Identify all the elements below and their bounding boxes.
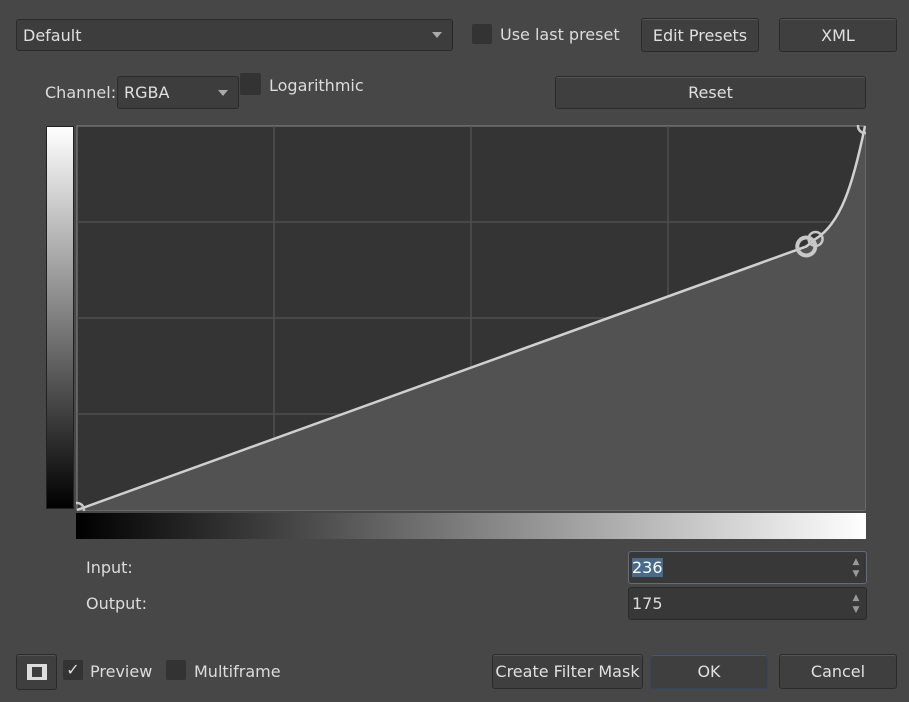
edit-presets-button[interactable]: Edit Presets: [641, 18, 759, 52]
preset-combo[interactable]: Default: [16, 19, 453, 51]
spin-up-icon[interactable]: ▲: [850, 592, 862, 604]
compare-toggle-button[interactable]: [16, 654, 57, 690]
create-filter-mask-button[interactable]: Create Filter Mask: [492, 654, 643, 689]
multiframe-checkbox[interactable]: [166, 660, 186, 680]
channel-value: RGBA: [124, 83, 170, 102]
xml-button[interactable]: XML: [779, 18, 897, 52]
channel-combo[interactable]: RGBA: [117, 76, 239, 109]
preview-label: Preview: [90, 662, 153, 681]
output-label: Output:: [86, 594, 147, 613]
curve-editor[interactable]: [76, 125, 866, 511]
output-gradient-bar: [46, 126, 74, 509]
use-last-preset-checkbox[interactable]: [472, 24, 492, 44]
logarithmic-checkbox[interactable]: [240, 73, 261, 95]
preset-value: Default: [23, 25, 82, 45]
use-last-preset-label: Use last preset: [500, 25, 620, 44]
preview-checkbox[interactable]: ✓: [63, 660, 83, 680]
logarithmic-label: Logarithmic: [269, 76, 364, 95]
spin-down-icon[interactable]: ▼: [850, 604, 862, 616]
output-value: 175: [632, 594, 663, 613]
input-value: 236: [632, 558, 663, 577]
chevron-down-icon: [218, 89, 228, 96]
channel-label: Channel:: [45, 83, 117, 102]
input-gradient-bar: [76, 513, 866, 539]
split-view-icon: [26, 664, 47, 680]
chevron-down-icon: [432, 32, 442, 38]
ok-button[interactable]: OK: [650, 654, 768, 689]
output-spinbox[interactable]: 175 ▲ ▼: [628, 587, 867, 620]
input-spinbox[interactable]: 236 ▲ ▼: [628, 551, 867, 584]
cancel-button[interactable]: Cancel: [779, 654, 897, 689]
spin-down-icon[interactable]: ▼: [850, 568, 862, 580]
reset-button[interactable]: Reset: [555, 76, 866, 109]
multiframe-label: Multiframe: [194, 662, 281, 681]
input-label: Input:: [86, 558, 133, 577]
spin-up-icon[interactable]: ▲: [850, 556, 862, 568]
